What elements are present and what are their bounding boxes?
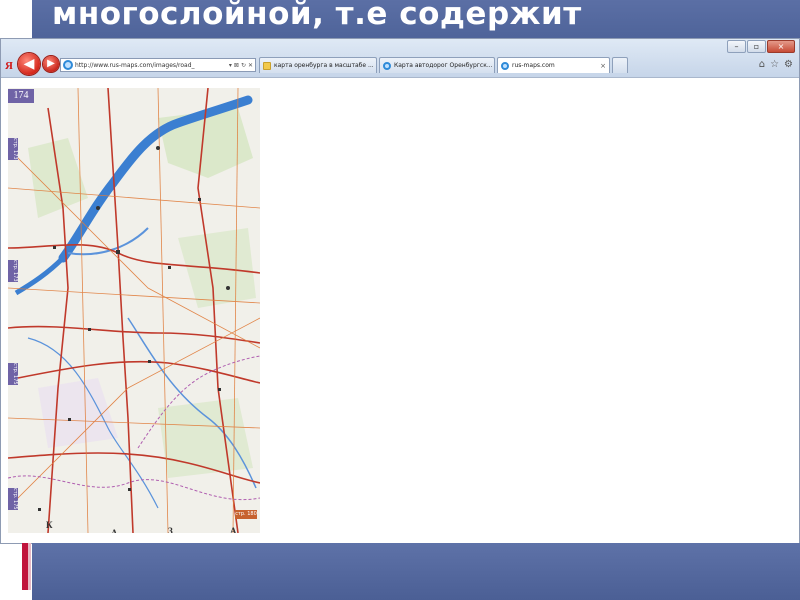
tab-orenburg-roads-map[interactable]: Карта автодорог Оренбургск...: [379, 57, 495, 73]
map-letter: А: [111, 528, 118, 533]
favorites-star-icon[interactable]: ☆: [770, 59, 779, 70]
browser-toolbar: – ▫ × Я ◀ ▶ http://www.rus-maps.com/imag…: [1, 39, 799, 78]
map-page-number: 174: [8, 89, 34, 103]
maximize-button[interactable]: ▫: [747, 40, 766, 53]
refresh-icon[interactable]: ↻: [241, 62, 246, 69]
slide-title: многослойной, т.е содержит: [52, 0, 582, 32]
compat-view-icon[interactable]: ⊠: [234, 62, 239, 69]
close-tab-icon[interactable]: ×: [597, 62, 606, 70]
slide-accent-stripe: [28, 543, 31, 590]
minimize-button[interactable]: –: [727, 40, 746, 53]
url-text[interactable]: http://www.rus-maps.com/images/road_: [75, 62, 229, 69]
stop-icon[interactable]: ✕: [248, 62, 253, 69]
dropdown-icon[interactable]: ▾: [229, 62, 232, 69]
ie-site-icon: [63, 60, 73, 70]
new-tab-button[interactable]: [612, 57, 628, 73]
tab-orenburg-scale-map[interactable]: карта оренбурга в масштабе ...: [259, 57, 377, 73]
yandex-logo-icon[interactable]: Я: [5, 60, 13, 72]
map-bottom-badge: стр. 180: [235, 510, 257, 519]
window-controls: – ▫ ×: [727, 40, 795, 53]
browser-window: – ▫ × Я ◀ ▶ http://www.rus-maps.com/imag…: [0, 38, 800, 544]
toolbar-right-icons: ⌂ ☆ ⚙: [759, 59, 793, 70]
ie-tab-icon: [383, 61, 391, 70]
ie-tab-icon: [501, 61, 509, 70]
map-side-tab: стр. 173: [8, 138, 18, 160]
address-bar[interactable]: http://www.rus-maps.com/images/road_ ▾ ⊠…: [60, 58, 256, 72]
tab-label: карта оренбурга в масштабе ...: [274, 62, 374, 69]
yandex-tab-icon: [263, 61, 271, 70]
map-letter: З: [168, 526, 173, 533]
map-side-tab: стр. 173: [8, 260, 18, 282]
back-button[interactable]: ◀: [18, 53, 40, 75]
forward-button[interactable]: ▶: [43, 56, 59, 72]
road-map-image[interactable]: 174 стр. 173 стр. 173 стр. 175 стр. 175 …: [8, 88, 260, 533]
map-side-tab: стр. 175: [8, 363, 18, 385]
tab-rus-maps[interactable]: rus-maps.com ×: [497, 57, 610, 73]
home-icon[interactable]: ⌂: [759, 59, 765, 70]
map-letter: К: [46, 520, 53, 530]
tab-label: rus-maps.com: [512, 62, 555, 69]
tab-label: Карта автодорог Оренбургск...: [394, 62, 493, 69]
slide-footer-bar: [32, 543, 800, 600]
address-bar-icons: ▾ ⊠ ↻ ✕: [229, 62, 253, 69]
map-side-tab: стр. 175: [8, 488, 18, 510]
close-window-button[interactable]: ×: [767, 40, 795, 53]
map-letter: А: [230, 526, 237, 533]
map-drawing: [8, 88, 260, 533]
settings-gear-icon[interactable]: ⚙: [784, 59, 793, 70]
